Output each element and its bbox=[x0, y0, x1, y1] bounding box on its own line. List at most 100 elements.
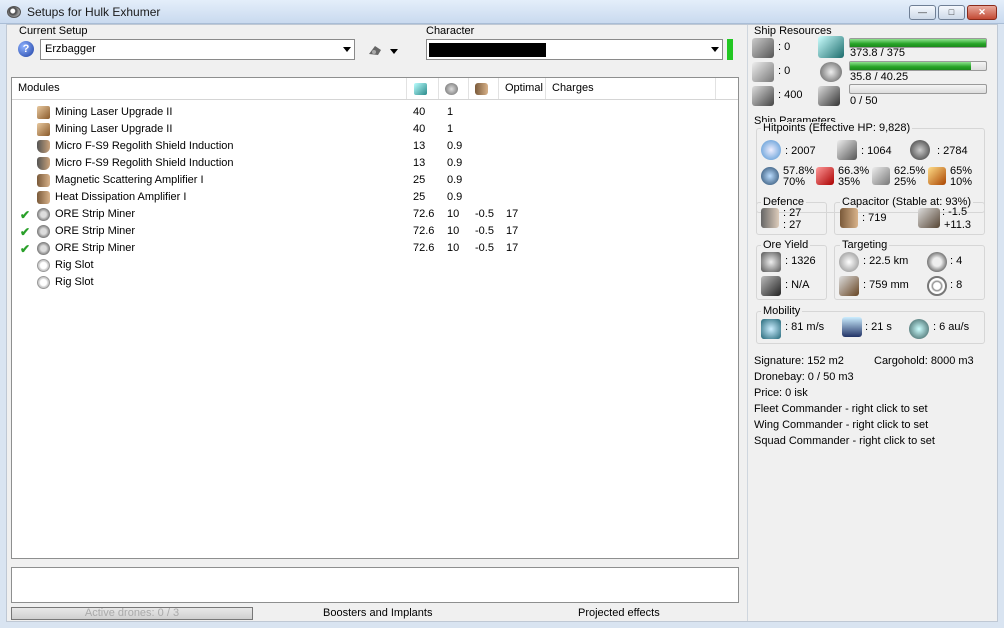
module-row[interactable]: Heat Dissipation Amplifier I 25 0.9 bbox=[12, 189, 738, 206]
drone-text: 0 / 50 bbox=[850, 95, 878, 107]
character-select[interactable] bbox=[426, 39, 723, 60]
module-row[interactable]: Rig Slot bbox=[12, 274, 738, 291]
wing-commander[interactable]: Wing Commander - right click to set bbox=[754, 419, 928, 431]
active-check-icon[interactable]: ✔ bbox=[20, 224, 30, 241]
speed-icon bbox=[761, 319, 781, 339]
module-row[interactable]: Mining Laser Upgrade II 40 1 bbox=[12, 121, 738, 138]
drone-bar bbox=[849, 84, 987, 94]
active-check-icon[interactable]: ✔ bbox=[20, 241, 30, 258]
module-icon bbox=[37, 276, 50, 289]
thermal-resist-icon bbox=[816, 167, 834, 185]
modules-header: Modules Optimal Charges bbox=[12, 78, 738, 100]
module-icon bbox=[37, 191, 50, 204]
col-capacitor[interactable] bbox=[469, 78, 499, 99]
sensor-strength-icon bbox=[927, 276, 947, 296]
title-bar: Setups for Hulk Exhumer — □ ✕ bbox=[0, 0, 1004, 24]
module-cpu: 72.6 bbox=[413, 225, 435, 237]
module-cpu: 13 bbox=[413, 140, 426, 152]
chevron-down-icon bbox=[343, 47, 351, 52]
powergrid-icon bbox=[445, 83, 458, 95]
turret-hardpoint-icon bbox=[752, 38, 774, 58]
module-icon bbox=[37, 123, 50, 136]
module-powergrid: 10 bbox=[447, 242, 460, 254]
defence-a: : 27 bbox=[783, 207, 802, 219]
module-row[interactable]: Micro F-S9 Regolith Shield Induction 13 0.… bbox=[12, 138, 738, 155]
module-cpu: 72.6 bbox=[413, 242, 435, 254]
squad-commander[interactable]: Squad Commander - right click to set bbox=[754, 435, 935, 447]
powergrid-bar bbox=[849, 61, 987, 71]
target-range: : 22.5 km bbox=[863, 255, 909, 267]
cpu-text: 373.8 / 375 bbox=[850, 47, 906, 59]
module-row[interactable]: Rig Slot bbox=[12, 257, 738, 274]
mobility-title: Mobility bbox=[761, 305, 803, 317]
col-charges[interactable]: Charges bbox=[546, 78, 716, 99]
module-name: ORE Strip Miner bbox=[55, 208, 136, 220]
thermal-resist-b: 35% bbox=[838, 176, 861, 188]
active-drones-button[interactable]: Active drones: 0 / 3 bbox=[11, 607, 253, 620]
module-powergrid: 0.9 bbox=[447, 157, 463, 169]
module-powergrid: 1 bbox=[447, 123, 454, 135]
drone-bandwidth-icon bbox=[818, 86, 840, 106]
module-cpu: 25 bbox=[413, 191, 426, 203]
module-row[interactable]: Magnetic Scattering Amplifier I 25 0.9 bbox=[12, 172, 738, 189]
powergrid-text: 35.8 / 40.25 bbox=[850, 71, 909, 83]
character-redacted bbox=[429, 43, 546, 57]
module-icon bbox=[37, 174, 50, 187]
minimize-button[interactable]: — bbox=[909, 5, 936, 20]
col-powergrid[interactable] bbox=[439, 78, 469, 99]
module-name: Heat Dissipation Amplifier I bbox=[55, 191, 187, 203]
maximize-button[interactable]: □ bbox=[938, 5, 965, 20]
capacitor-delta-b: +11.3 bbox=[944, 219, 972, 231]
shield-hp: : 2007 bbox=[785, 145, 816, 157]
armor-hp: : 1064 bbox=[861, 145, 892, 157]
active-check-icon[interactable]: ✔ bbox=[20, 207, 30, 224]
help-icon[interactable]: ? bbox=[18, 41, 34, 57]
armor-icon bbox=[837, 140, 857, 160]
module-row[interactable]: ✔ ORE Strip Miner 72.6 10 -0.5 17 bbox=[12, 240, 738, 257]
col-modules[interactable]: Modules bbox=[12, 78, 407, 99]
cpu-icon bbox=[414, 83, 427, 95]
module-row[interactable]: ✔ ORE Strip Miner 72.6 10 -0.5 17 bbox=[12, 206, 738, 223]
align-time: : 21 s bbox=[865, 321, 892, 333]
module-row[interactable]: ✔ ORE Strip Miner 72.6 10 -0.5 17 bbox=[12, 223, 738, 240]
kinetic-resist-icon bbox=[872, 167, 890, 185]
module-row[interactable]: Mining Laser Upgrade II 40 1 bbox=[12, 104, 738, 121]
boosters-implants-button[interactable]: Boosters and Implants bbox=[323, 607, 432, 619]
cpu-bar-fill bbox=[850, 39, 986, 47]
module-capacitor: -0.5 bbox=[475, 225, 494, 237]
character-label: Character bbox=[426, 25, 475, 37]
col-cpu[interactable] bbox=[407, 78, 439, 99]
ice-icon bbox=[761, 276, 781, 296]
close-button[interactable]: ✕ bbox=[967, 5, 997, 20]
col-optimal[interactable]: Optimal bbox=[499, 78, 546, 99]
module-powergrid: 0.9 bbox=[447, 140, 463, 152]
setup-select[interactable]: Erzbagger bbox=[40, 39, 355, 60]
module-name: Mining Laser Upgrade II bbox=[55, 123, 173, 135]
setup-tools-button[interactable] bbox=[366, 41, 398, 59]
modules-list[interactable]: Modules Optimal Charges Mining Laser Upg… bbox=[11, 77, 739, 559]
turret-count: : 0 bbox=[778, 41, 791, 53]
fleet-commander[interactable]: Fleet Commander - right click to set bbox=[754, 403, 928, 415]
powergrid-bar-fill bbox=[850, 62, 971, 70]
ore-yield-other: : N/A bbox=[785, 279, 810, 291]
notes-box[interactable] bbox=[11, 567, 739, 603]
module-name: ORE Strip Miner bbox=[55, 225, 136, 237]
module-name: Micro F-S9 Regolith Shield Induction bbox=[55, 140, 234, 152]
warp-speed-icon bbox=[909, 319, 929, 339]
module-cpu: 72.6 bbox=[413, 208, 435, 220]
module-row[interactable]: Micro F-S9 Regolith Shield Induction 13 0.… bbox=[12, 155, 738, 172]
dronebay-text: Dronebay: 0 / 50 m3 bbox=[754, 371, 854, 383]
module-capacitor: -0.5 bbox=[475, 242, 494, 254]
module-cpu: 40 bbox=[413, 106, 426, 118]
projected-effects-button[interactable]: Projected effects bbox=[578, 607, 660, 619]
module-optimal: 17 bbox=[506, 225, 519, 237]
scan-resolution: : 759 mm bbox=[863, 279, 909, 291]
structure-icon bbox=[910, 140, 930, 160]
module-optimal: 17 bbox=[506, 208, 519, 220]
module-icon bbox=[37, 225, 50, 238]
app-eye-icon bbox=[7, 6, 21, 18]
calibration-value: : 400 bbox=[778, 89, 803, 101]
capacitor-icon bbox=[475, 83, 488, 95]
module-icon bbox=[37, 157, 50, 170]
capacitor-amount: : 719 bbox=[862, 212, 887, 224]
